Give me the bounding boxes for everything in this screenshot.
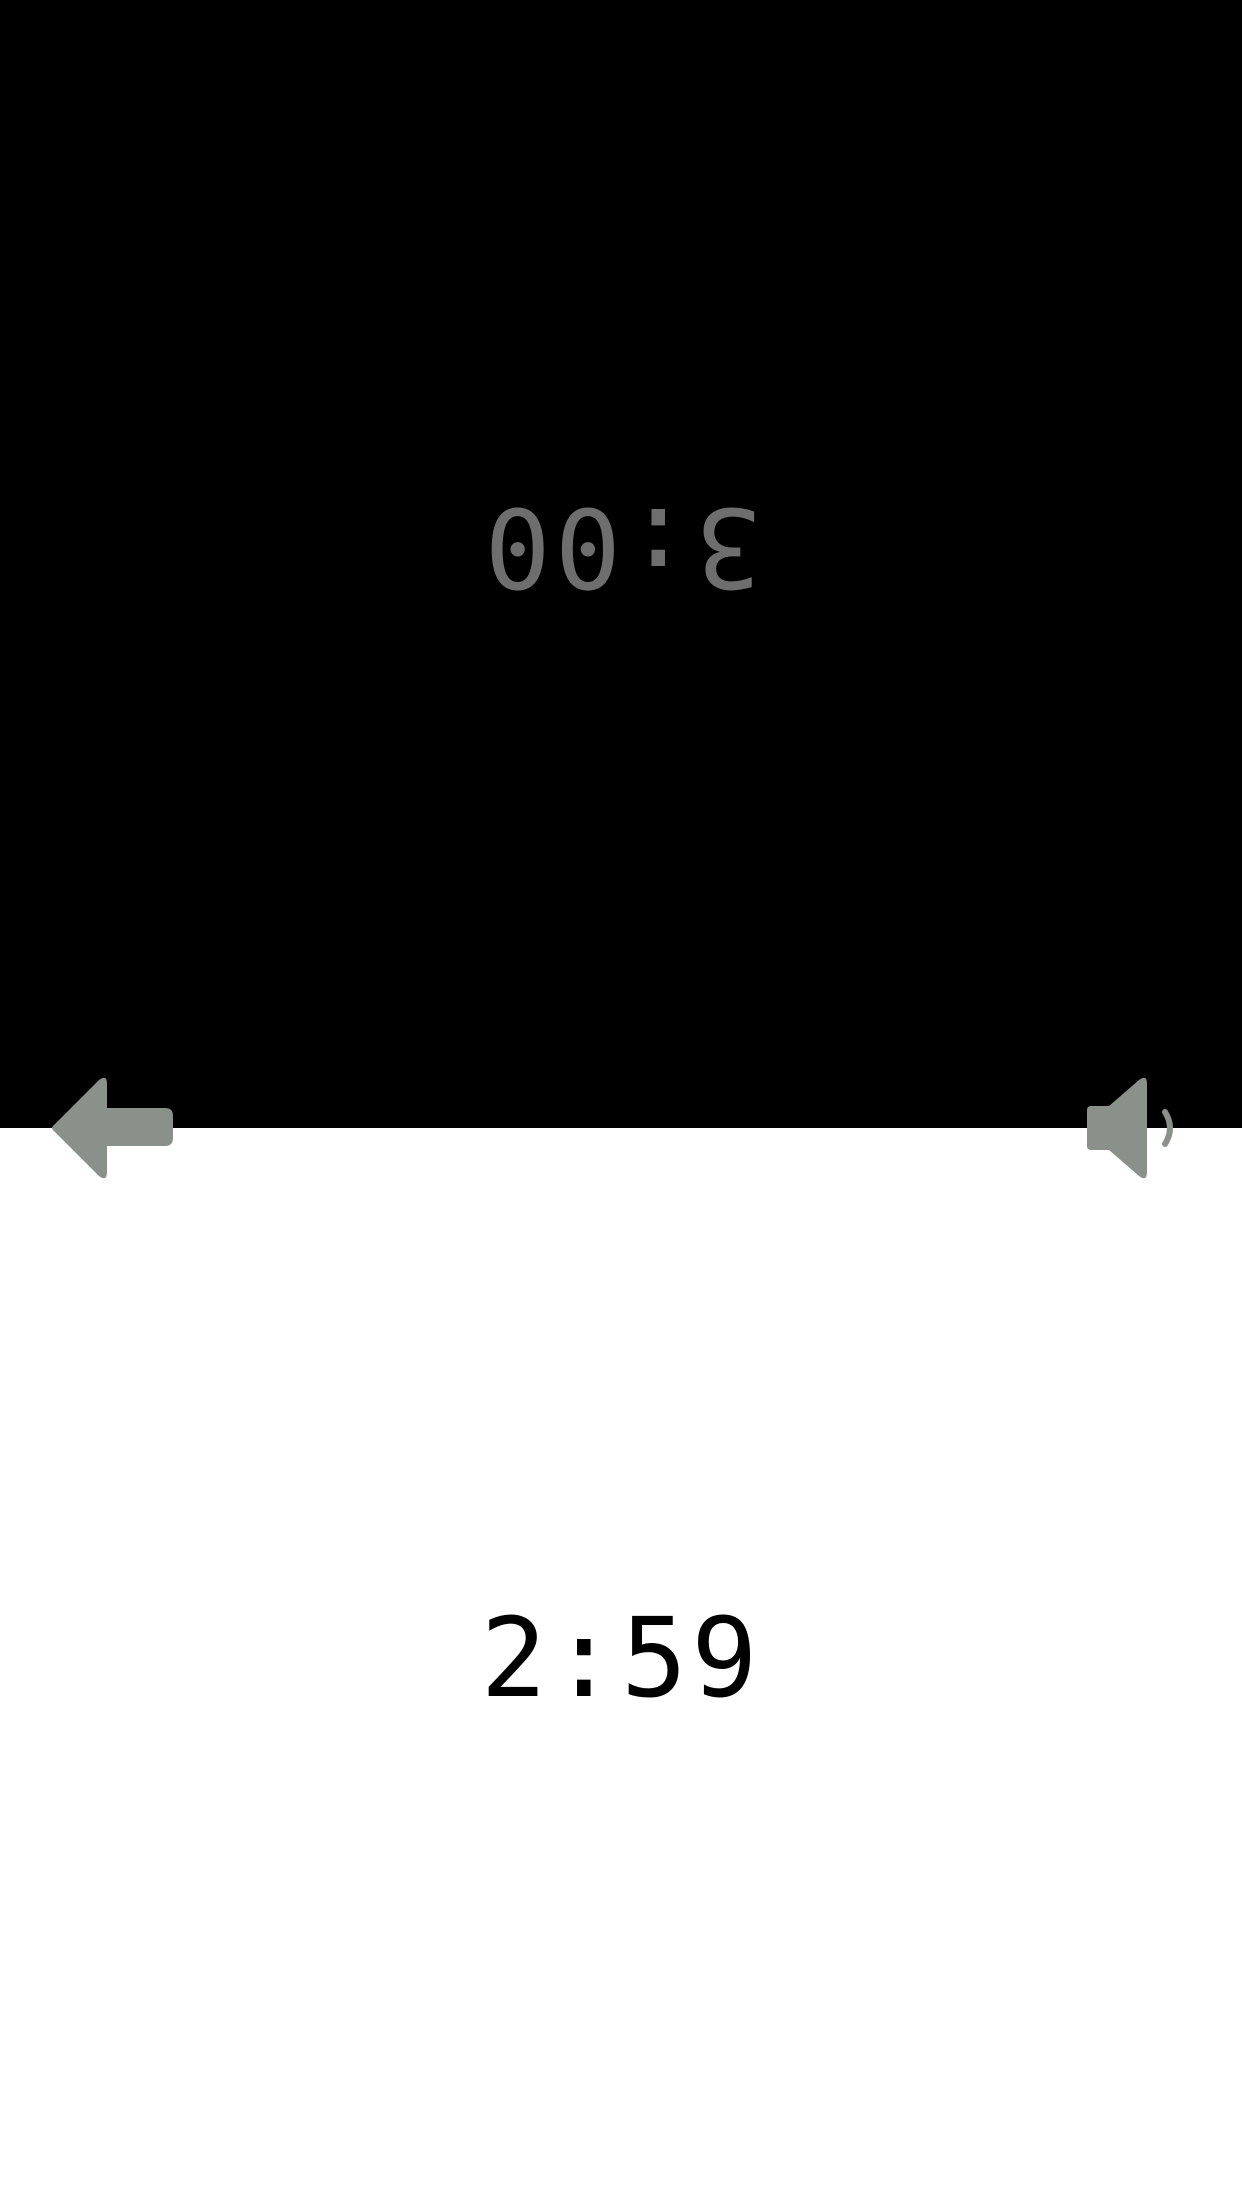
- top-player-time: 3:00: [480, 483, 762, 611]
- back-button[interactable]: [40, 1072, 180, 1184]
- bottom-player-time: 2:59: [480, 1594, 762, 1722]
- sound-toggle-button[interactable]: [1062, 1072, 1202, 1184]
- speaker-volume-icon: [1087, 1077, 1173, 1179]
- arrow-left-icon: [52, 1077, 173, 1179]
- chess-clock-screen: 3:00 2:59: [0, 0, 1242, 2208]
